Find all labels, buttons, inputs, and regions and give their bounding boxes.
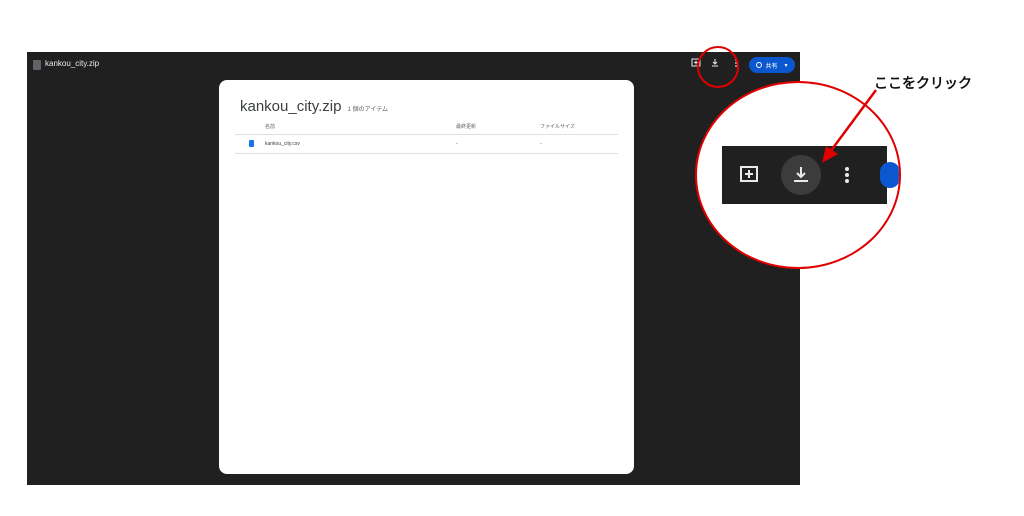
arrow-icon (822, 89, 878, 163)
